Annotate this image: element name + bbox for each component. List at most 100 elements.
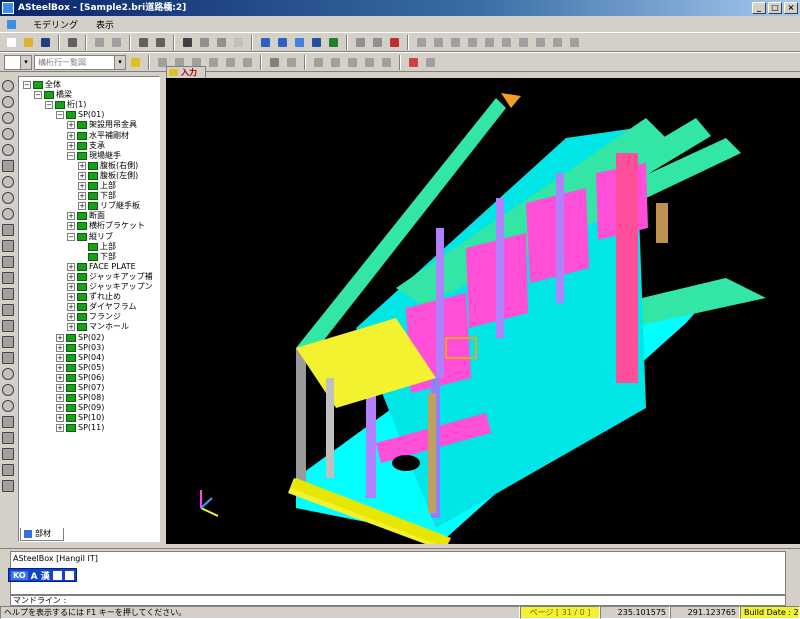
tree-toggle-icon[interactable]: + — [78, 182, 86, 190]
tree-toggle-icon[interactable]: + — [67, 313, 75, 322]
circle-tool-icon[interactable] — [2, 368, 14, 380]
tree-toggle-icon[interactable]: + — [56, 353, 64, 362]
back-arrow-icon[interactable] — [136, 35, 151, 50]
tree-item[interactable]: + FACE PLATE — [67, 262, 136, 272]
tree-item[interactable]: + SP(04) — [56, 353, 104, 363]
model-tree[interactable]: − 全体 − 橋梁 − 桁(1) − SP(01) + 架設用吊金具 + 水平補剛材 + 支承 − 現場継手 +… — [18, 76, 160, 542]
arc-tool-icon[interactable] — [2, 400, 14, 412]
open-file-icon[interactable] — [21, 35, 36, 50]
doc-check-icon[interactable] — [345, 55, 360, 70]
tree-toggle-icon[interactable]: − — [23, 81, 31, 89]
ime-bar[interactable]: KO A 漢 — [8, 568, 77, 582]
grid-icon-8[interactable] — [533, 35, 548, 50]
tree-toggle-icon[interactable]: + — [67, 121, 75, 130]
tree-item[interactable]: + 上部 — [78, 181, 116, 191]
redo-icon[interactable] — [109, 35, 124, 50]
tree-toggle-icon[interactable]: + — [67, 283, 75, 291]
tree-toggle-icon[interactable]: − — [45, 101, 53, 110]
tab-members[interactable]: 部材 — [20, 528, 64, 541]
tab-input[interactable]: 入力 — [166, 66, 206, 78]
zoom-all-icon[interactable] — [2, 128, 14, 140]
grid-icon-1[interactable] — [414, 35, 429, 50]
tree-item[interactable]: + 架設用吊金具 — [67, 120, 137, 130]
grid-icon-4[interactable] — [465, 35, 480, 50]
tree-toggle-icon[interactable]: + — [78, 171, 86, 180]
tree-item[interactable]: + SP(10) — [56, 413, 104, 423]
tree-toggle-icon[interactable]: − — [67, 151, 75, 160]
tree-item[interactable]: 上部 — [78, 242, 116, 252]
tree-item[interactable]: − SP(01) — [56, 110, 104, 120]
tree-toggle-icon[interactable]: + — [56, 424, 64, 433]
tree-item[interactable]: + 腹板(左側) — [78, 171, 138, 181]
grid-icon-6[interactable] — [499, 35, 514, 50]
next-fast-icon[interactable] — [223, 55, 238, 70]
zoom-in-icon[interactable] — [2, 80, 14, 92]
tree-toggle-icon[interactable]: + — [67, 323, 75, 332]
tree-toggle-icon[interactable]: + — [56, 384, 64, 392]
hook-tool-icon[interactable] — [2, 464, 14, 476]
tree-toggle-icon[interactable]: + — [56, 373, 64, 382]
tree-item[interactable]: − 桁(1) — [45, 100, 86, 110]
pencil-icon[interactable] — [258, 35, 273, 50]
close-button[interactable]: × — [784, 2, 798, 14]
list-icon[interactable] — [353, 35, 368, 50]
tree-item[interactable]: + ジャッキアップン — [67, 282, 153, 292]
tree-item[interactable]: + 下部 — [78, 191, 116, 201]
sphere-icon[interactable] — [214, 35, 229, 50]
save-icon[interactable] — [38, 35, 53, 50]
measure-icon[interactable] — [379, 55, 394, 70]
tree-toggle-icon[interactable]: + — [78, 192, 86, 201]
tree-item[interactable]: + SP(08) — [56, 393, 104, 403]
pan-hand-icon[interactable] — [2, 208, 14, 220]
stop-icon[interactable] — [267, 55, 282, 70]
tree-toggle-icon[interactable]: + — [56, 333, 64, 342]
undo-icon[interactable] — [92, 35, 107, 50]
grid-icon-9[interactable] — [550, 35, 565, 50]
polyline-icon[interactable] — [2, 272, 14, 284]
tree-toggle-icon[interactable]: + — [56, 343, 64, 352]
menu-view[interactable]: 表示 — [92, 18, 118, 31]
tree-toggle-icon[interactable]: + — [56, 394, 64, 403]
zoom-out-icon[interactable] — [2, 96, 14, 108]
menu-modeling[interactable]: モデリング — [29, 18, 82, 31]
3d-viewport[interactable] — [166, 78, 800, 544]
tree-item[interactable]: + 横桁ブラケット — [67, 221, 145, 231]
tree-toggle-icon[interactable]: + — [78, 202, 86, 211]
tree-toggle-icon[interactable]: + — [78, 161, 86, 170]
pan-icon[interactable] — [2, 192, 14, 204]
doc-icon[interactable] — [4, 17, 19, 32]
new-file-icon[interactable] — [4, 35, 19, 50]
tree-item[interactable]: + ダイヤフラム — [67, 302, 137, 312]
shade-icon[interactable] — [326, 35, 341, 50]
app-icon[interactable] — [2, 2, 14, 14]
ime-pad-icon[interactable] — [52, 570, 62, 580]
arrow-tool-icon[interactable] — [2, 288, 14, 300]
tree-item[interactable]: − 橋梁 — [34, 90, 72, 100]
doc-edit-icon[interactable] — [362, 55, 377, 70]
filter-icon[interactable] — [128, 55, 143, 70]
tree-item[interactable]: + SP(06) — [56, 373, 104, 383]
tree-item[interactable]: 下部 — [78, 252, 116, 262]
print-icon[interactable] — [65, 35, 80, 50]
slash-tool-icon[interactable] — [2, 320, 14, 332]
command-line-input[interactable]: マンドライン : — [10, 595, 786, 606]
maximize-button[interactable]: □ — [768, 2, 782, 14]
tree-item[interactable]: + SP(11) — [56, 423, 104, 433]
tree-toggle-icon[interactable]: + — [67, 303, 75, 312]
tree-item[interactable]: + 水平補剛材 — [67, 131, 129, 141]
layer-combo[interactable]: ▾ — [4, 54, 32, 70]
tree-item[interactable]: + SP(02) — [56, 333, 104, 343]
tree-item[interactable]: + 支承 — [67, 141, 105, 151]
tree-toggle-icon[interactable]: + — [67, 141, 75, 150]
x-tool-icon[interactable] — [2, 352, 14, 364]
orbit-icon[interactable] — [2, 176, 14, 188]
box-tool2-icon[interactable] — [2, 432, 14, 444]
grid-icon-5[interactable] — [482, 35, 497, 50]
text-icon[interactable] — [275, 35, 290, 50]
window-icon[interactable] — [292, 35, 307, 50]
zoom-prev-icon[interactable] — [2, 144, 14, 156]
table-icon[interactable] — [370, 35, 385, 50]
tree-item[interactable]: + マンホール — [67, 322, 129, 332]
tree-item[interactable]: + リブ継手板 — [78, 201, 140, 211]
tree-item[interactable]: + SP(03) — [56, 343, 104, 353]
